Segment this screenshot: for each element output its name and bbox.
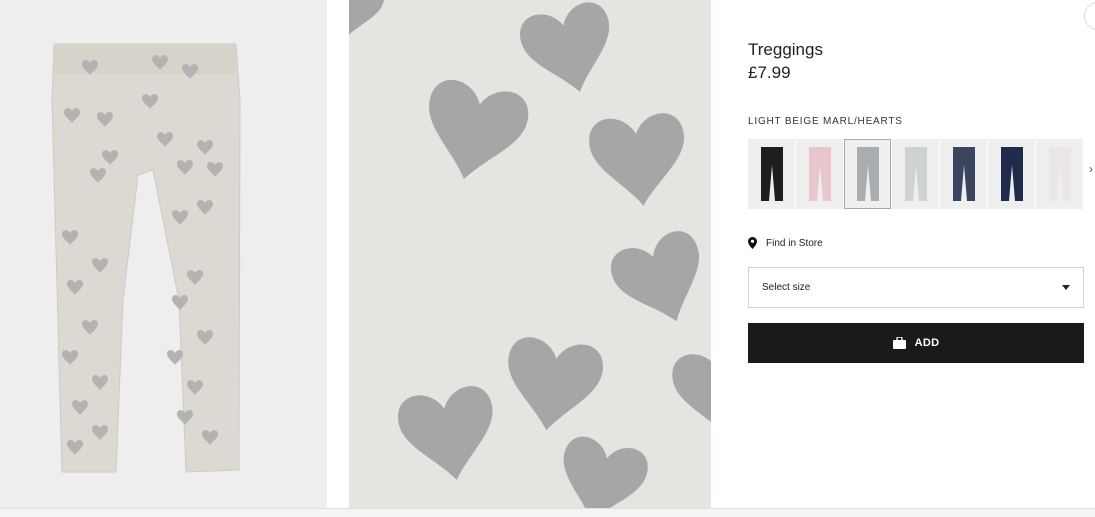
leggings-thumbnail-icon (1000, 147, 1023, 201)
color-swatch-1[interactable] (748, 139, 795, 209)
product-image-detail[interactable] (349, 0, 711, 508)
color-swatch-6[interactable] (988, 139, 1035, 209)
leggings-thumbnail-icon (904, 147, 927, 201)
size-select[interactable]: Select size (748, 267, 1084, 308)
product-image-main[interactable] (0, 0, 327, 508)
color-swatch-list (748, 139, 1083, 209)
leggings-thumbnail-icon (952, 147, 975, 201)
leggings-illustration (51, 43, 241, 473)
leggings-thumbnail-icon (1048, 147, 1071, 201)
product-price: £7.99 (748, 63, 791, 82)
fabric-closeup-illustration (349, 0, 711, 508)
color-swatch-3[interactable] (844, 139, 891, 209)
add-button-label: ADD (914, 337, 940, 349)
color-swatch-7[interactable] (1036, 139, 1083, 209)
find-in-store-label: Find in Store (766, 237, 823, 249)
size-select-placeholder: Select size (762, 282, 811, 293)
selected-color-name: LIGHT BEIGE MARL/HEARTS (748, 116, 903, 127)
color-swatch-2[interactable] (796, 139, 843, 209)
leggings-thumbnail-icon (808, 147, 831, 201)
product-title: Treggings (748, 40, 823, 59)
shopping-bag-icon (892, 337, 906, 349)
find-in-store-link[interactable]: Find in Store (748, 237, 823, 249)
product-info-panel: Treggings £7.99 LIGHT BEIGE MARL/HEARTS … (748, 0, 1088, 508)
caret-down-icon (1062, 285, 1070, 290)
color-swatch-5[interactable] (940, 139, 987, 209)
leggings-thumbnail-icon (856, 147, 879, 201)
add-to-bag-button[interactable]: ADD (748, 323, 1084, 363)
chevron-right-icon[interactable]: › (1089, 162, 1093, 176)
color-swatch-4[interactable] (892, 139, 939, 209)
location-pin-icon (748, 237, 757, 249)
leggings-thumbnail-icon (760, 147, 783, 201)
